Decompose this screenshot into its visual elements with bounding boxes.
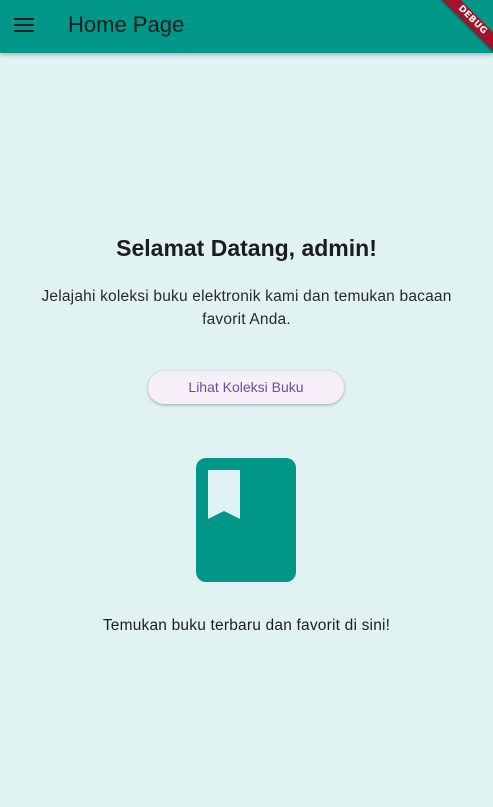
- bookmark-book-icon: [195, 457, 297, 582]
- page-title: Home Page: [68, 12, 185, 37]
- debug-banner: DEBUG: [433, 0, 493, 60]
- main-content: Selamat Datang, admin! Jelajahi koleksi …: [0, 53, 493, 807]
- tagline-text: Temukan buku terbaru dan favorit di sini…: [102, 617, 391, 634]
- welcome-heading: Selamat Datang, admin!: [116, 235, 377, 261]
- hamburger-menu-icon: [14, 18, 34, 32]
- view-collection-button[interactable]: Lihat Koleksi Buku: [148, 371, 344, 404]
- debug-banner-label: DEBUG: [435, 0, 493, 57]
- welcome-description: Jelajahi koleksi buku elektronik kami da…: [41, 288, 452, 328]
- menu-button[interactable]: [4, 5, 44, 45]
- app-bar: Home Page: [0, 0, 493, 53]
